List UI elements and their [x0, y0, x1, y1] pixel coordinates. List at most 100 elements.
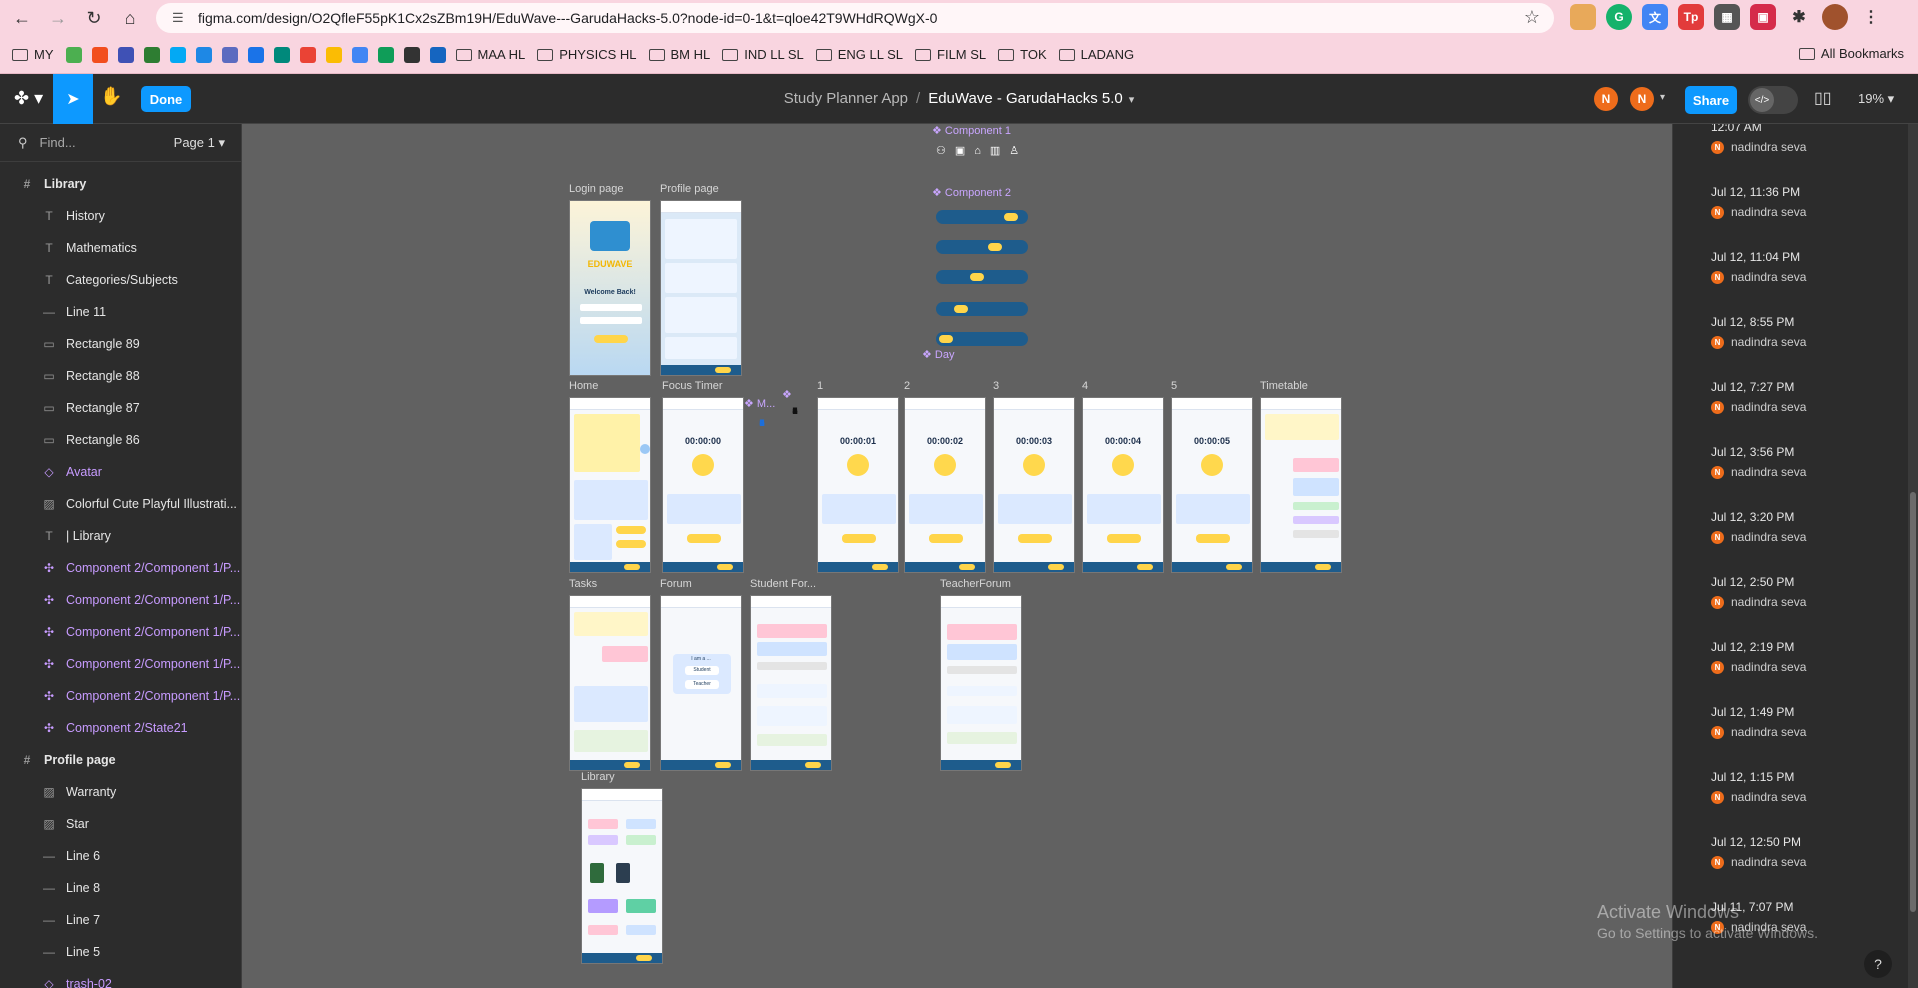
teacher-forum-screen[interactable]	[940, 595, 1022, 771]
project-name[interactable]: Study Planner App	[784, 90, 908, 107]
timetable-button[interactable]	[842, 534, 876, 543]
play-icon[interactable]	[1112, 454, 1134, 476]
version-entry[interactable]: Jul 12, 2:19 PM Nnadindra seva	[1711, 640, 1911, 674]
layer-frame-library[interactable]: # Library	[0, 168, 241, 200]
bookmark-favicon[interactable]	[65, 46, 82, 63]
focus-button[interactable]	[616, 526, 646, 534]
bookmark-favicon[interactable]	[429, 46, 446, 63]
translate-icon[interactable]: 文	[1642, 4, 1668, 30]
book-cover[interactable]	[616, 863, 630, 883]
timetable-button[interactable]	[616, 540, 646, 548]
frame-label-timetable[interactable]: Timetable	[1260, 380, 1308, 392]
layer-item[interactable]: T Categories/Subjects	[0, 264, 241, 296]
day-component-label[interactable]: ❖ Day	[922, 348, 954, 361]
timetable-button[interactable]	[1196, 534, 1230, 543]
paper-chip[interactable]	[626, 925, 656, 935]
layer-item[interactable]: ▨ Warranty	[0, 776, 241, 808]
bookmark-folder[interactable]: PHYSICS HL	[537, 47, 637, 62]
component-marker[interactable]: ❖	[782, 388, 792, 401]
focus-timer-screen[interactable]: 00:00:03	[993, 397, 1075, 573]
bookmark-folder[interactable]: MAA HL	[455, 47, 525, 62]
frame-label-home[interactable]: Home	[569, 380, 598, 392]
frame-label-student-forum[interactable]: Student For...	[750, 578, 816, 590]
book-cover[interactable]	[590, 863, 604, 883]
login-input[interactable]	[580, 317, 642, 324]
puzzle-icon[interactable]: ✱	[1786, 4, 1812, 30]
focus-timer-screen[interactable]: 00:00:00	[662, 397, 744, 573]
help-icon[interactable]: ?	[1864, 950, 1892, 978]
version-entry[interactable]: Jul 12, 1:15 PM Nnadindra seva	[1711, 770, 1911, 804]
timetable-button[interactable]	[929, 534, 963, 543]
frame-label-focus[interactable]: Focus Timer	[662, 380, 723, 392]
version-entry[interactable]: Jul 12, 7:27 PM Nnadindra seva	[1711, 380, 1911, 414]
frame-label-login[interactable]: Login page	[569, 183, 623, 195]
dev-mode-toggle[interactable]: </>	[1748, 86, 1798, 114]
page-selector[interactable]: Page 1 ▾	[174, 135, 225, 151]
bookmark-favicon[interactable]	[221, 46, 238, 63]
drive-favicon[interactable]	[325, 46, 342, 63]
frame-label-timer-5[interactable]: 5	[1171, 380, 1177, 392]
bookmark-favicon[interactable]	[143, 46, 160, 63]
url-text[interactable]: figma.com/design/O2QfleF55pK1Cx2sZBm19H/…	[198, 10, 937, 26]
profile-avatar[interactable]	[1822, 4, 1848, 30]
scrollbar[interactable]	[1908, 124, 1918, 988]
docs-favicon[interactable]	[351, 46, 368, 63]
forum-screen[interactable]: I am a ... Student Teacher	[660, 595, 742, 771]
layer-item[interactable]: — Line 8	[0, 872, 241, 904]
forward-arrow-icon[interactable]: →	[44, 4, 72, 32]
focus-timer-screen[interactable]: 00:00:04	[1082, 397, 1164, 573]
bookmark-folder[interactable]: IND LL SL	[722, 47, 804, 62]
layer-search[interactable]: ⚲ Find... Page 1 ▾	[0, 124, 241, 162]
user-avatar[interactable]: N	[1630, 87, 1654, 111]
version-entry[interactable]: Jul 12, 3:56 PM Nnadindra seva	[1711, 445, 1911, 479]
version-entry[interactable]: Jul 12, 11:36 PM Nnadindra seva	[1711, 185, 1911, 219]
calendar-favicon[interactable]	[247, 46, 264, 63]
layer-item[interactable]: ▭ Rectangle 89	[0, 328, 241, 360]
frame-label-timer-1[interactable]: 1	[817, 380, 823, 392]
subject-chip[interactable]	[588, 819, 618, 829]
file-name[interactable]: EduWave - GarudaHacks 5.0	[928, 90, 1123, 107]
play-icon[interactable]	[1023, 454, 1045, 476]
version-entry[interactable]: 12:07 AM Nnadindra seva	[1711, 124, 1911, 154]
design-canvas[interactable]: ❖ Component 1 ⚇▣⌂▥♙ ❖ Component 2 ❖ Day …	[242, 124, 1672, 988]
grid-icon[interactable]: ▦	[1714, 4, 1740, 30]
bookmark-favicon[interactable]	[403, 46, 420, 63]
figma-favicon[interactable]	[91, 46, 108, 63]
component-1-icons[interactable]: ⚇▣⌂▥♙	[936, 144, 1028, 157]
bookmark-favicon[interactable]	[195, 46, 212, 63]
version-entry[interactable]: Jul 12, 1:49 PM Nnadindra seva	[1711, 705, 1911, 739]
grammarly-icon[interactable]: G	[1606, 4, 1632, 30]
bookmark-folder[interactable]: FILM SL	[915, 47, 986, 62]
site-info-icon[interactable]: ☰	[172, 10, 188, 26]
version-entry[interactable]: Jul 12, 8:55 PM Nnadindra seva	[1711, 315, 1911, 349]
play-icon[interactable]	[934, 454, 956, 476]
paper-chip[interactable]	[588, 925, 618, 935]
zoom-level[interactable]: 19% ▾	[1858, 91, 1894, 107]
layer-item[interactable]: ✣ Component 2/Component 1/P...	[0, 648, 241, 680]
gmail-favicon[interactable]	[299, 46, 316, 63]
timetable-button[interactable]	[1107, 534, 1141, 543]
library-book-icon[interactable]: ▯▯	[1814, 88, 1832, 108]
chevron-down-icon[interactable]: ▾	[1660, 92, 1665, 103]
version-entry[interactable]: Jul 12, 3:20 PM Nnadindra seva	[1711, 510, 1911, 544]
extension-icon[interactable]: Tp	[1678, 4, 1704, 30]
home-screen[interactable]	[569, 397, 651, 573]
layer-item[interactable]: T History	[0, 200, 241, 232]
nav-variant[interactable]	[936, 302, 1028, 316]
frame-label-timer-3[interactable]: 3	[993, 380, 999, 392]
timetable-button[interactable]	[687, 534, 721, 543]
layer-item[interactable]: — Line 11	[0, 296, 241, 328]
meet-favicon[interactable]	[273, 46, 290, 63]
layer-item[interactable]: ✣ Component 2/State21	[0, 712, 241, 744]
layer-item[interactable]: ▭ Rectangle 88	[0, 360, 241, 392]
bookmark-favicon[interactable]	[169, 46, 186, 63]
component-2-label[interactable]: ❖ Component 2	[932, 186, 1011, 199]
frame-label-library[interactable]: Library	[581, 771, 615, 783]
layer-item[interactable]: ▨ Star	[0, 808, 241, 840]
login-button[interactable]	[594, 335, 628, 343]
layer-item[interactable]: — Line 5	[0, 936, 241, 968]
address-bar[interactable]: ☰ figma.com/design/O2QfleF55pK1Cx2sZBm19…	[156, 3, 1554, 33]
teacher-button[interactable]: Teacher	[685, 680, 719, 689]
layer-item[interactable]: ✣ Component 2/Component 1/P...	[0, 552, 241, 584]
play-icon[interactable]	[1201, 454, 1223, 476]
